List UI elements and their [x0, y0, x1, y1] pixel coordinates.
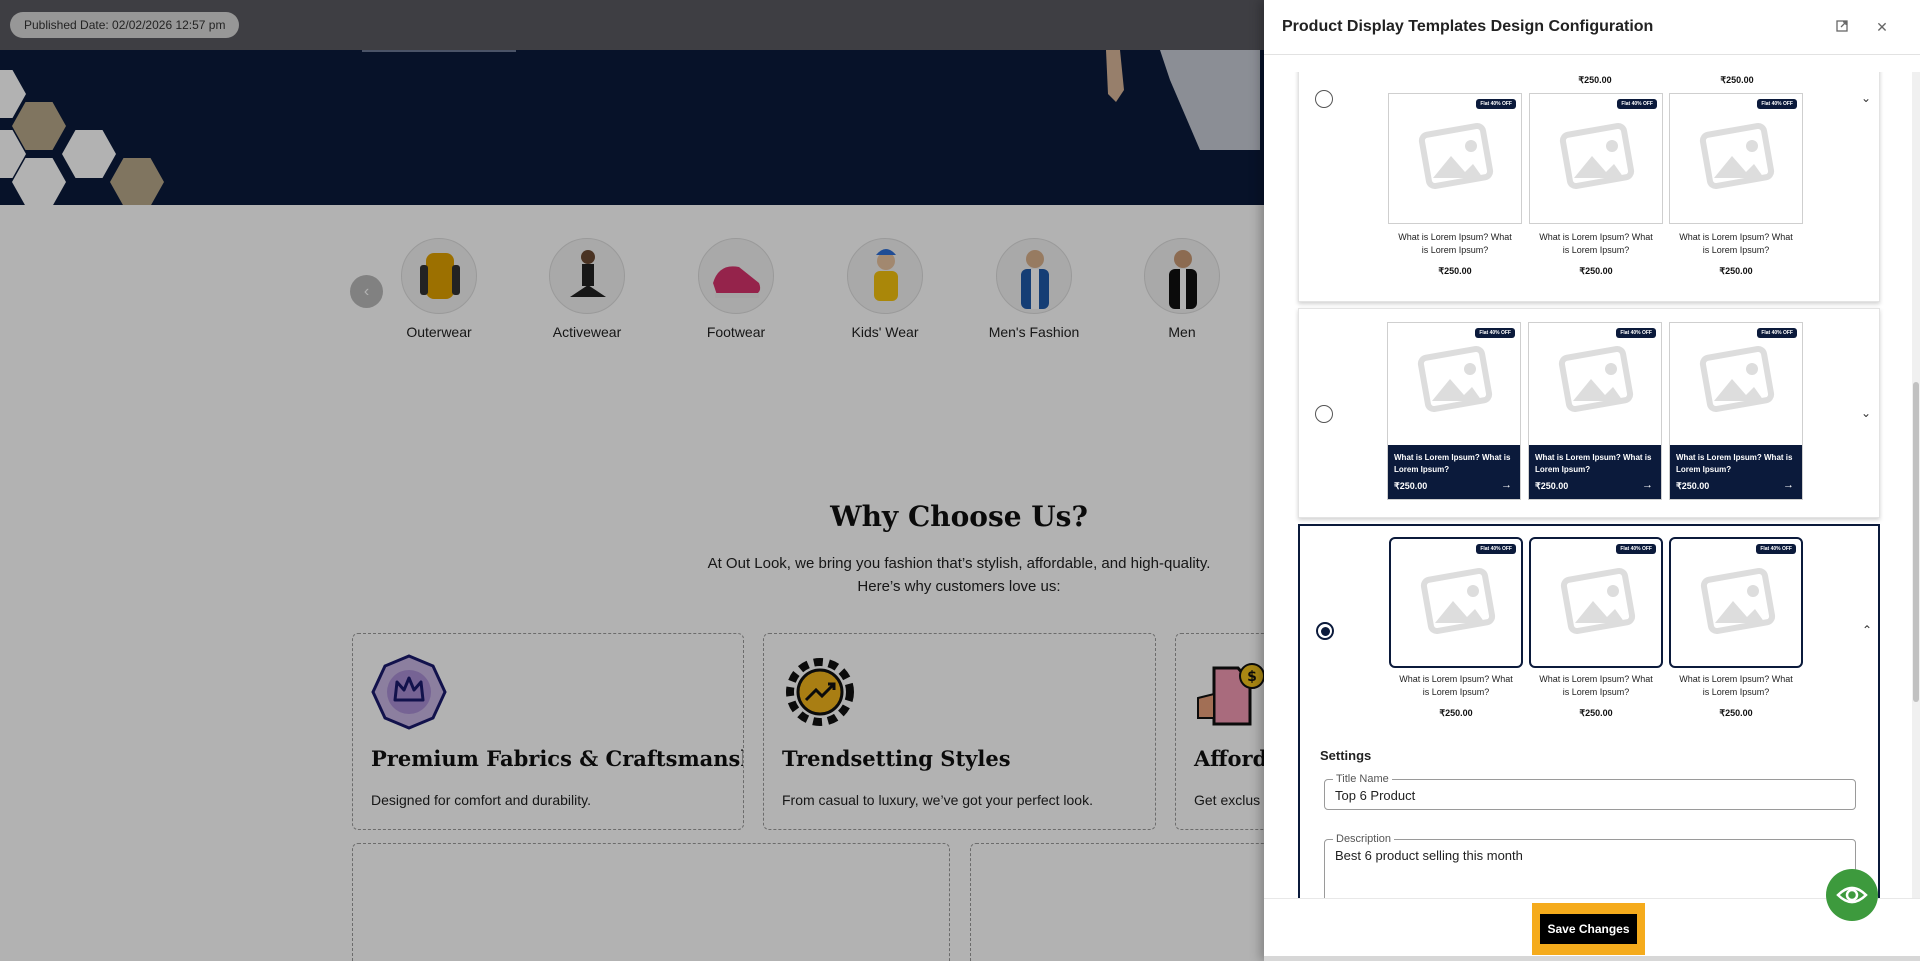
- scrollbar-thumb[interactable]: [1913, 382, 1919, 702]
- bottom-edge: [1264, 956, 1920, 961]
- product-card: Flat 40% OFF: [1669, 93, 1803, 224]
- save-changes-button[interactable]: Save Changes: [1540, 914, 1637, 944]
- product-price: ₹250.00: [1579, 708, 1613, 718]
- product-card: Flat 40% OFF What is Lorem Ipsum? What i…: [1528, 322, 1662, 500]
- product-card: Flat 40% OFF: [1389, 537, 1523, 668]
- description-input[interactable]: Best 6 product selling this month: [1335, 848, 1845, 878]
- field-label: Description: [1333, 833, 1395, 845]
- product-price: ₹250.00: [1438, 266, 1472, 276]
- discount-tag: Flat 40% OFF: [1476, 544, 1516, 554]
- drawer-header: Product Display Templates Design Configu…: [1264, 0, 1920, 55]
- arrow-right-icon[interactable]: →: [1642, 479, 1653, 491]
- product-price: ₹250.00: [1439, 708, 1473, 718]
- product-price: ₹250.00: [1578, 75, 1612, 85]
- preview-button[interactable]: [1826, 869, 1878, 921]
- title-name-field[interactable]: Title Name: [1324, 773, 1856, 810]
- arrow-right-icon[interactable]: →: [1783, 479, 1794, 491]
- product-name: What is Lorem Ipsum? What is Lorem Ipsum…: [1535, 453, 1652, 474]
- description-field[interactable]: Description Best 6 product selling this …: [1324, 833, 1856, 898]
- product-price: ₹250.00: [1720, 75, 1754, 85]
- arrow-right-icon[interactable]: →: [1501, 479, 1512, 491]
- drawer-scrollbar[interactable]: [1912, 72, 1920, 898]
- product-name: What is Lorem Ipsum? What is Lorem Ipsum…: [1398, 232, 1512, 255]
- template-option[interactable]: ₹250.00 ₹250.00 ⌄ Flat 40% OFF Flat 40% …: [1298, 72, 1880, 302]
- product-card: Flat 40% OFF What is Lorem Ipsum? What i…: [1387, 322, 1521, 500]
- discount-tag: Flat 40% OFF: [1616, 544, 1656, 554]
- drawer-footer: Save Changes: [1264, 898, 1920, 961]
- field-label: Title Name: [1333, 773, 1392, 785]
- product-info-bar: What is Lorem Ipsum? What is Lorem Ipsum…: [1529, 445, 1661, 499]
- drawer-content: ₹250.00 ₹250.00 ₹250.00 ⌄ Flat 40% OFF F…: [1264, 72, 1920, 898]
- product-price: ₹250.00: [1676, 481, 1710, 491]
- product-price: ₹250.00: [1535, 481, 1569, 491]
- product-card: Flat 40% OFF: [1529, 537, 1663, 668]
- image-placeholder-icon: [1700, 567, 1776, 635]
- product-name: What is Lorem Ipsum? What is Lorem Ipsum…: [1679, 674, 1793, 697]
- template-radio[interactable]: [1315, 90, 1333, 108]
- discount-tag: Flat 40% OFF: [1476, 99, 1516, 109]
- settings-heading: Settings: [1320, 748, 1372, 763]
- product-card: Flat 40% OFF: [1388, 93, 1522, 224]
- discount-tag: Flat 40% OFF: [1475, 328, 1515, 338]
- product-name: What is Lorem Ipsum? What is Lorem Ipsum…: [1539, 232, 1653, 255]
- image-placeholder-icon: [1418, 122, 1494, 190]
- product-card: Flat 40% OFF: [1529, 93, 1663, 224]
- close-icon[interactable]: ✕: [1872, 17, 1892, 37]
- product-name: What is Lorem Ipsum? What is Lorem Ipsum…: [1676, 453, 1793, 474]
- chevron-down-icon[interactable]: ⌄: [1859, 91, 1873, 105]
- image-placeholder-icon: [1560, 567, 1636, 635]
- chevron-up-icon[interactable]: ⌃: [1860, 623, 1874, 637]
- image-placeholder-icon: [1558, 345, 1634, 413]
- image-placeholder-icon: [1699, 345, 1775, 413]
- modal-backdrop[interactable]: [0, 0, 1264, 961]
- product-price: ₹250.00: [1579, 266, 1613, 276]
- product-card: Flat 40% OFF What is Lorem Ipsum? What i…: [1669, 322, 1803, 500]
- eye-icon: [1836, 886, 1868, 904]
- product-price: ₹250.00: [1394, 481, 1428, 491]
- title-name-input[interactable]: [1335, 788, 1845, 803]
- drawer-title: Product Display Templates Design Configu…: [1282, 18, 1654, 35]
- discount-tag: Flat 40% OFF: [1616, 328, 1656, 338]
- expand-icon[interactable]: [1832, 17, 1852, 37]
- product-info-bar: What is Lorem Ipsum? What is Lorem Ipsum…: [1388, 445, 1520, 499]
- product-price: ₹250.00: [1719, 708, 1753, 718]
- template-option[interactable]: ⌄ Flat 40% OFF What is Lorem Ipsum? What…: [1298, 308, 1880, 518]
- image-placeholder-icon: [1559, 122, 1635, 190]
- template-config-drawer: Product Display Templates Design Configu…: [1264, 0, 1920, 961]
- product-name: What is Lorem Ipsum? What is Lorem Ipsum…: [1394, 453, 1511, 474]
- product-name: What is Lorem Ipsum? What is Lorem Ipsum…: [1399, 674, 1513, 697]
- product-card: Flat 40% OFF: [1669, 537, 1803, 668]
- product-name: What is Lorem Ipsum? What is Lorem Ipsum…: [1679, 232, 1793, 255]
- image-placeholder-icon: [1420, 567, 1496, 635]
- product-name: What is Lorem Ipsum? What is Lorem Ipsum…: [1539, 674, 1653, 697]
- template-radio-checked[interactable]: [1316, 622, 1334, 640]
- discount-tag: Flat 40% OFF: [1756, 544, 1796, 554]
- discount-tag: Flat 40% OFF: [1617, 99, 1657, 109]
- image-placeholder-icon: [1699, 122, 1775, 190]
- discount-tag: Flat 40% OFF: [1757, 99, 1797, 109]
- product-info-bar: What is Lorem Ipsum? What is Lorem Ipsum…: [1670, 445, 1802, 499]
- discount-tag: Flat 40% OFF: [1757, 328, 1797, 338]
- product-price: ₹250.00: [1719, 266, 1753, 276]
- template-radio[interactable]: [1315, 405, 1333, 423]
- image-placeholder-icon: [1417, 345, 1493, 413]
- save-button-highlight: Save Changes: [1532, 903, 1645, 955]
- chevron-down-icon[interactable]: ⌄: [1859, 406, 1873, 420]
